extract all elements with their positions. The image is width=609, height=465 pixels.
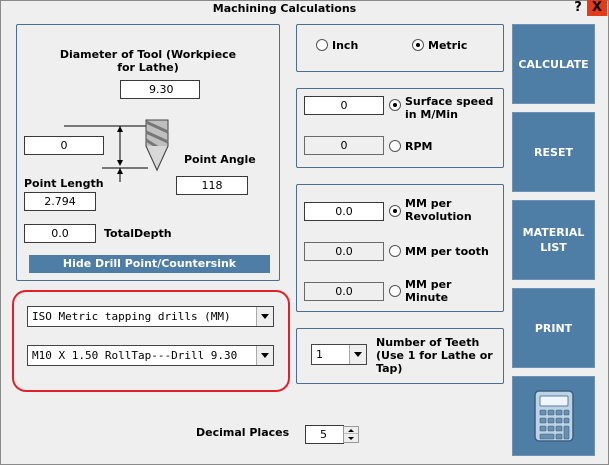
spin-up-icon[interactable] (344, 427, 358, 434)
teeth-select[interactable]: 1 (311, 344, 367, 365)
calculator-icon (533, 390, 574, 442)
decimal-places-spinner[interactable] (343, 426, 359, 443)
surface-speed-input[interactable]: 0 (304, 96, 384, 115)
decimal-places-label: Decimal Places (196, 426, 290, 439)
rpm-label: RPM (405, 140, 433, 153)
surface-speed-radio[interactable] (389, 99, 401, 111)
mm-per-rev-radio[interactable] (389, 205, 401, 217)
inch-label: Inch (332, 39, 359, 52)
mm-per-tooth-radio[interactable] (389, 245, 401, 257)
mm-per-tooth-label: MM per tooth (405, 245, 489, 258)
window-title: Machining Calculations (212, 2, 357, 15)
teeth-value: 1 (316, 348, 323, 361)
chevron-down-icon[interactable] (256, 307, 273, 326)
point-length-label: Point Length (24, 177, 104, 190)
mm-per-minute-label: MM per Minute (405, 278, 452, 304)
decimal-places-input[interactable]: 5 (305, 425, 344, 444)
reset-button[interactable]: RESET (512, 112, 595, 192)
print-button[interactable]: PRINT (512, 288, 595, 368)
mm-per-minute-radio[interactable] (389, 285, 401, 297)
mm-per-rev-input[interactable]: 0.0 (304, 202, 384, 221)
mm-per-minute-input[interactable]: 0.0 (304, 282, 384, 301)
hide-drill-point-button[interactable]: Hide Drill Point/Countersink (29, 255, 270, 273)
point-angle-label: Point Angle (184, 153, 256, 166)
category-select[interactable]: ISO Metric tapping drills (MM) (27, 306, 274, 327)
spin-down-icon[interactable] (344, 435, 358, 442)
total-depth-label: TotalDepth (104, 227, 172, 240)
mm-per-tooth-input[interactable]: 0.0 (304, 242, 384, 261)
metric-radio[interactable] (412, 39, 424, 51)
surface-speed-label: Surface speed in M/Min (405, 95, 494, 121)
close-button[interactable]: X (587, 0, 607, 16)
help-button[interactable]: ? (571, 0, 585, 16)
rpm-radio[interactable] (389, 140, 401, 152)
chevron-down-icon[interactable] (256, 346, 273, 365)
diameter-input[interactable]: 9.30 (120, 80, 200, 99)
diameter-label: Diameter of Tool (Workpiece for Lathe) (59, 48, 237, 74)
calculator-button[interactable] (512, 376, 595, 456)
inch-radio[interactable] (316, 39, 328, 51)
chevron-down-icon[interactable] (349, 345, 366, 364)
point-length-input[interactable]: 2.794 (24, 192, 96, 211)
material-list-button[interactable]: MATERIAL LIST (512, 200, 595, 280)
point-angle-input[interactable]: 118 (176, 176, 248, 195)
mm-per-rev-label: MM per Revolution (405, 197, 472, 223)
item-value: M10 X 1.50 RollTap---Drill 9.30 (32, 349, 238, 362)
metric-label: Metric (428, 39, 468, 52)
item-select[interactable]: M10 X 1.50 RollTap---Drill 9.30 (27, 345, 274, 366)
teeth-label: Number of Teeth (Use 1 for Lathe or Tap) (376, 336, 493, 375)
rpm-input[interactable]: 0 (304, 136, 384, 155)
calculate-button[interactable]: CALCULATE (512, 24, 595, 104)
total-depth-input[interactable]: 0.0 (24, 224, 96, 243)
category-value: ISO Metric tapping drills (MM) (32, 310, 231, 323)
left-value-input[interactable]: 0 (24, 136, 104, 155)
